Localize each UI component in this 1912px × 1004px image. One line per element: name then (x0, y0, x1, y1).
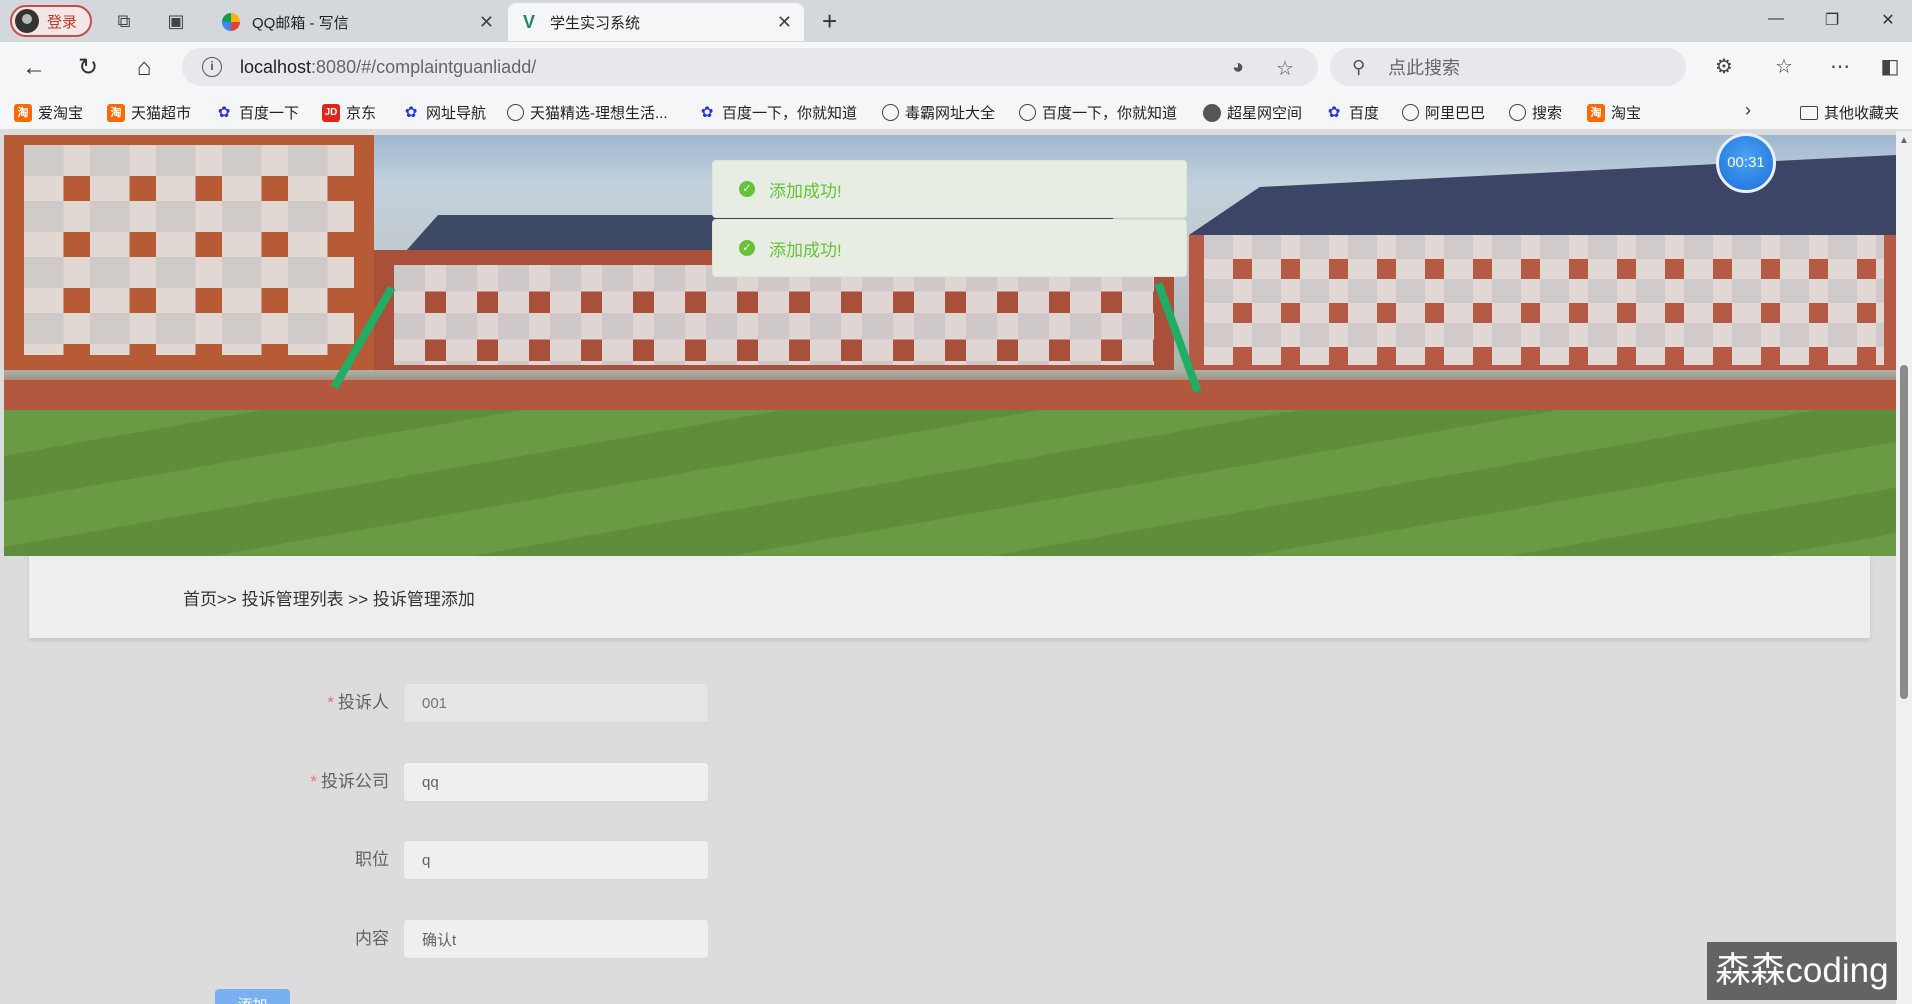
globe-icon (1019, 104, 1036, 121)
search-placeholder: 点此搜索 (1388, 58, 1460, 78)
globe-icon (1402, 104, 1419, 121)
home-icon[interactable]: ⌂ (130, 54, 158, 82)
browser-tab-bar: 登录 ⧉ ▣ QQ邮箱 - 写信 ✕ V 学生实习系统 ✕ + — ❐ ✕ (0, 0, 1912, 42)
page-scrollbar[interactable]: ▲ (1896, 131, 1912, 1004)
jd-icon: JD (322, 103, 340, 122)
login-button[interactable]: 登录 (10, 5, 92, 37)
taobao-icon: 淘 (14, 103, 32, 122)
football-field (4, 410, 1896, 556)
url-field[interactable]: i localhost:8080/#/complaintguanliadd/ ◕… (182, 48, 1318, 86)
close-window-icon[interactable]: ✕ (1878, 10, 1898, 30)
site-info-icon[interactable]: i (202, 57, 222, 77)
position-input[interactable] (403, 840, 709, 880)
bookmark-item[interactable]: 搜索 (1509, 102, 1562, 123)
bookmark-item[interactable]: 百度一下，你就知道 (1019, 102, 1177, 123)
other-bookmarks-folder[interactable]: 其他收藏夹 (1800, 102, 1899, 123)
complainant-input[interactable] (403, 683, 709, 723)
tab-title: QQ邮箱 - 写信 (252, 14, 349, 32)
close-tab-icon[interactable]: ✕ (777, 12, 792, 33)
close-tab-icon[interactable]: ✕ (479, 12, 494, 33)
field-label: 职位 (355, 850, 389, 869)
tab-actions-icon[interactable]: ▣ (164, 9, 188, 33)
globe-icon (1509, 104, 1526, 121)
recording-timer[interactable]: 00:31 (1716, 133, 1776, 193)
page-viewport: ✓ 添加成功! ✓ 添加成功! 00:31 首页>> 投诉管理列表 >> 投诉管… (0, 131, 1912, 1004)
check-circle-icon: ✓ (739, 181, 755, 197)
breadcrumb: 首页>> 投诉管理列表 >> 投诉管理添加 (183, 589, 475, 609)
restore-icon[interactable]: ❐ (1822, 10, 1842, 30)
collections-icon[interactable]: ⧉ (112, 9, 136, 33)
bookmark-item[interactable]: ✿ 百度一下，你就知道 (698, 102, 857, 123)
company-input[interactable] (403, 762, 709, 802)
content-input[interactable] (403, 919, 709, 959)
check-circle-icon: ✓ (739, 240, 755, 256)
vue-favicon-icon: V (522, 12, 535, 32)
tab-title: 学生实习系统 (550, 14, 641, 32)
bookmark-item[interactable]: ✿ 百度一下 (215, 102, 299, 123)
taobao-icon: 淘 (107, 103, 125, 122)
form-row-company: * 投诉公司 (0, 762, 800, 802)
folder-icon (1800, 105, 1818, 120)
baidu-icon: ✿ (217, 103, 231, 121)
qq-mail-favicon-icon (222, 13, 240, 31)
avatar-icon (15, 9, 39, 33)
bookmark-item[interactable]: JD 京东 (322, 102, 376, 123)
baidu-icon: ✿ (404, 103, 418, 121)
search-icon: ⚲ (1352, 56, 1366, 77)
refresh-icon[interactable]: ↻ (74, 54, 102, 82)
extensions-icon[interactable]: ⚙ (1710, 54, 1738, 79)
breadcrumb-card: 首页>> 投诉管理列表 >> 投诉管理添加 (29, 556, 1870, 638)
login-label: 登录 (47, 13, 78, 31)
globe-icon (882, 104, 899, 121)
favorites-icon[interactable]: ☆ (1770, 54, 1798, 79)
field-label: 内容 (355, 929, 389, 948)
bookmark-item[interactable]: 毒霸网址大全 (882, 102, 995, 123)
field-label: * 投诉人 (327, 693, 389, 712)
bookmark-item[interactable]: 阿里巴巴 (1402, 102, 1485, 123)
bookmark-item[interactable]: ✿ 网址导航 (402, 102, 486, 123)
new-tab-button[interactable]: + (822, 8, 837, 34)
bookmark-item[interactable]: 超星网空间 (1203, 102, 1302, 123)
scroll-thumb[interactable] (1900, 365, 1908, 699)
form-row-complainant: * 投诉人 (0, 683, 800, 723)
bookmarks-bar: 淘爱淘宝 淘天猫超市 ✿ 百度一下 JD 京东 ✿ 网址导航 天猫精选-理想生活...… (0, 94, 1912, 130)
tab-qq-mail[interactable]: QQ邮箱 - 写信 ✕ (210, 3, 506, 41)
bookmark-item[interactable]: 天猫精选-理想生活... (507, 102, 668, 123)
more-menu-icon[interactable]: ⋯ (1826, 54, 1854, 79)
bookmark-item[interactable]: 淘淘宝 (1587, 102, 1641, 123)
edge-app-icon[interactable]: ◕ (1232, 56, 1244, 79)
success-toast: ✓ 添加成功! (712, 219, 1187, 277)
globe-icon (507, 104, 524, 121)
bookmark-item[interactable]: ✿ 百度 (1325, 102, 1379, 123)
baidu-icon: ✿ (700, 103, 714, 121)
tab-student-internship[interactable]: V 学生实习系统 ✕ (508, 3, 804, 41)
bookmark-item[interactable]: 淘天猫超市 (107, 102, 191, 123)
taobao-icon: 淘 (1587, 103, 1605, 122)
bookmark-item[interactable]: 淘爱淘宝 (14, 102, 83, 123)
baidu-icon: ✿ (1327, 103, 1341, 121)
field-label: * 投诉公司 (310, 772, 389, 791)
success-toast: ✓ 添加成功! (712, 160, 1187, 218)
sidebar-toggle-icon[interactable]: ◧ (1876, 54, 1904, 79)
favorite-star-icon[interactable]: ☆ (1276, 56, 1294, 81)
watermark: 森森coding (1707, 942, 1897, 1000)
form-row-position: 职位 (0, 840, 800, 880)
building-right-roof (1189, 155, 1896, 235)
url-text: localhost:8080/#/complaintguanliadd/ (240, 56, 537, 77)
form-row-content: 内容 (0, 919, 800, 959)
minimize-icon[interactable]: — (1766, 10, 1786, 28)
chevron-right-icon[interactable]: › (1745, 100, 1751, 121)
address-bar-row: ← ↻ ⌂ i localhost:8080/#/complaintguanli… (0, 42, 1912, 94)
add-button[interactable]: 添加 (215, 989, 290, 1004)
chaoxing-icon (1203, 103, 1221, 122)
scroll-up-icon[interactable]: ▲ (1899, 135, 1909, 146)
running-track (4, 380, 1896, 410)
search-input[interactable]: ⚲ 点此搜索 (1330, 48, 1686, 86)
back-icon[interactable]: ← (20, 54, 48, 82)
